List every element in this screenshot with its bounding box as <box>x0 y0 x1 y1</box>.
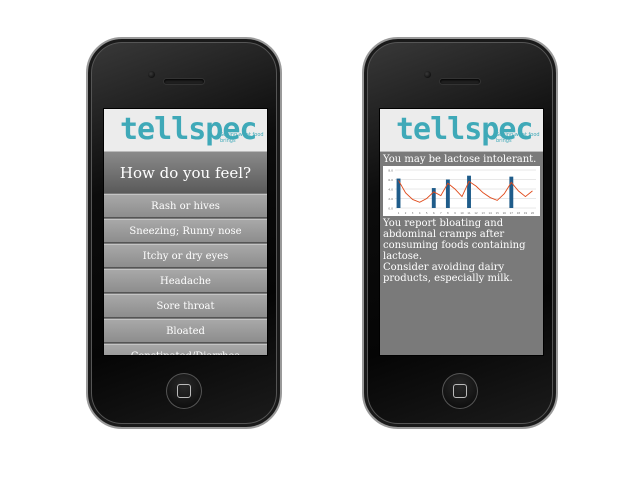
x-tick-label: 13 <box>481 211 485 215</box>
earpiece-speaker <box>440 79 480 84</box>
question-title: How do you feel? <box>119 163 252 182</box>
phone-left: tellspec Seeing what food brings How do … <box>86 37 282 429</box>
result-report: You report bloating and abdominal cramps… <box>383 218 526 262</box>
option-bloated[interactable]: Bloated <box>104 319 267 343</box>
phone-right: tellspec Seeing what food brings You may… <box>362 37 558 429</box>
app-header: tellspec Seeing what food brings <box>380 109 543 152</box>
option-headache[interactable]: Headache <box>104 269 267 293</box>
option-sore-throat[interactable]: Sore throat <box>104 294 267 318</box>
x-tick-label: 5 <box>426 211 428 215</box>
home-button[interactable] <box>166 373 202 409</box>
option-constipated-diarrhea[interactable]: Constipated/Diarrhea <box>104 344 267 355</box>
x-tick-label: 14 <box>489 211 493 215</box>
option-sneezing[interactable]: Sneezing; Runny nose <box>104 219 267 243</box>
home-square-icon <box>453 384 467 398</box>
x-tick-label: 1 <box>398 211 400 215</box>
front-camera <box>424 71 431 78</box>
front-camera <box>148 71 155 78</box>
x-tick-label: 8 <box>447 211 449 215</box>
tagline: Seeing what food brings <box>220 132 264 144</box>
chart-bar <box>467 175 471 208</box>
x-tick-label: 7 <box>440 211 442 215</box>
app-header: tellspec Seeing what food brings <box>104 109 267 152</box>
option-itchy-eyes[interactable]: Itchy or dry eyes <box>104 244 267 268</box>
x-tick-label: 20 <box>531 211 535 215</box>
y-tick-label: 8.0 <box>388 169 393 173</box>
chart-svg: 0.02.04.06.08.01 2 3 4 5 6 7 8 9 10 11 12 13 14 15 16 17… <box>388 169 536 215</box>
x-tick-label: 15 <box>496 211 500 215</box>
x-tick-label: 3 <box>412 211 414 215</box>
x-tick-label: 9 <box>454 211 456 215</box>
x-tick-label: 18 <box>517 211 521 215</box>
option-rash-hives[interactable]: Rash or hives <box>104 194 267 218</box>
x-tick-label: 19 <box>524 211 528 215</box>
screen-symptoms: tellspec Seeing what food brings How do … <box>103 108 268 356</box>
x-tick-label: 4 <box>419 211 421 215</box>
x-tick-label: 17 <box>510 211 514 215</box>
x-tick-label: 11 <box>467 211 471 215</box>
y-tick-label: 0.0 <box>388 207 393 211</box>
question-header: How do you feel? <box>104 152 267 193</box>
x-tick-label: 6 <box>433 211 435 215</box>
x-tick-label: 16 <box>503 211 507 215</box>
chart-bar <box>431 188 436 208</box>
result-advice: Consider avoiding dairy products, especi… <box>383 262 513 284</box>
tagline: Seeing what food brings <box>496 132 540 144</box>
symptom-chart: 0.0 2.0 4.0 6.0 8.0 1 2 3 4 5 6 7 8 9 10 11 12 13 14 15 16 17… <box>383 166 540 216</box>
x-tick-label: 2 <box>405 211 407 215</box>
x-tick-label: 12 <box>474 211 478 215</box>
chart-bar <box>509 176 514 208</box>
home-square-icon <box>177 384 191 398</box>
earpiece-speaker <box>164 79 204 84</box>
y-tick-label: 2.0 <box>388 197 393 201</box>
screen-result: tellspec Seeing what food brings You may… <box>379 108 544 356</box>
y-tick-label: 4.0 <box>388 188 393 192</box>
result-body: You may be lactose intolerant. 0.0 2.0 4.0… <box>380 152 543 284</box>
result-headline: You may be lactose intolerant. <box>383 154 537 165</box>
x-tick-label: 10 <box>460 211 464 215</box>
y-tick-label: 6.0 <box>388 178 393 182</box>
home-button[interactable] <box>442 373 478 409</box>
